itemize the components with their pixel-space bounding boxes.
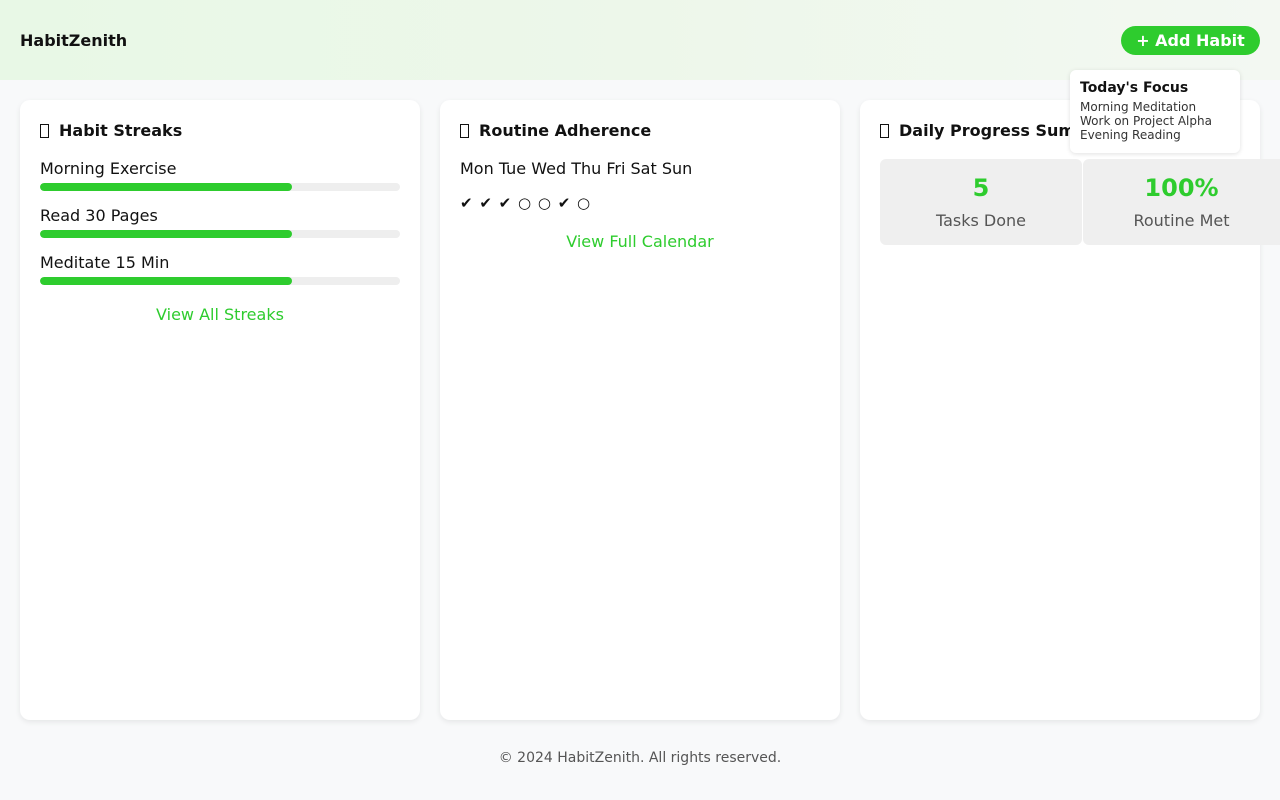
habit-streaks-title-text: Habit Streaks (59, 121, 183, 140)
habit-progress-fill (40, 230, 292, 238)
todays-focus-popover: Today's Focus Morning Meditation Work on… (1070, 70, 1240, 153)
routine-adherence-title: Routine Adherence (460, 121, 651, 140)
weekday-labels: Mon Tue Wed Thu Fri Sat Sun (460, 159, 693, 178)
habit-progress-fill (40, 183, 292, 191)
routine-adherence-title-text: Routine Adherence (479, 121, 652, 140)
todays-focus-title: Today's Focus (1080, 80, 1189, 96)
habit-label-read-30-pages: Read 30 Pages (40, 206, 158, 225)
footer-copyright: © 2024 HabitZenith. All rights reserved. (498, 750, 782, 766)
summary-icon (880, 123, 889, 138)
view-all-streaks-link[interactable]: View All Streaks (20, 305, 420, 324)
calendar-icon (460, 123, 469, 138)
habit-progress-bar-meditate-15-min (40, 277, 400, 285)
stat-value: 5 (972, 174, 990, 202)
stat-value: 100% (1144, 174, 1219, 202)
focus-item: Evening Reading (1080, 128, 1181, 142)
brand-title: HabitZenith (20, 31, 128, 50)
add-habit-button[interactable]: + Add Habit (1121, 26, 1260, 55)
habit-streaks-card: Habit Streaks Morning Exercise Read 30 P… (20, 100, 420, 720)
daily-progress-card: Daily Progress Summary 5 Tasks Done 100%… (860, 100, 1280, 720)
chart-icon (40, 123, 49, 138)
routine-adherence-card: Routine Adherence Mon Tue Wed Thu Fri Sa… (440, 100, 840, 720)
habit-label-meditate-15-min: Meditate 15 Min (40, 253, 170, 272)
stat-label: Routine Met (1133, 211, 1230, 230)
view-full-calendar-link[interactable]: View Full Calendar (440, 232, 840, 251)
focus-item: Morning Meditation (1080, 100, 1197, 114)
stat-label: Tasks Done (935, 211, 1027, 230)
focus-item: Work on Project Alpha (1080, 114, 1212, 128)
habit-streaks-title: Habit Streaks (40, 121, 182, 140)
habit-progress-bar-read-30-pages (40, 230, 400, 238)
stat-routine-met: 100% Routine Met (1083, 159, 1280, 245)
habit-label-morning-exercise: Morning Exercise (40, 159, 177, 178)
weekday-check-marks: ✔ ✔ ✔ ○ ○ ✔ ○ (460, 194, 592, 212)
header: HabitZenith + Add Habit (0, 0, 1280, 80)
habit-progress-fill (40, 277, 292, 285)
stat-tasks-done: 5 Tasks Done (880, 159, 1082, 245)
habit-progress-bar-morning-exercise (40, 183, 400, 191)
